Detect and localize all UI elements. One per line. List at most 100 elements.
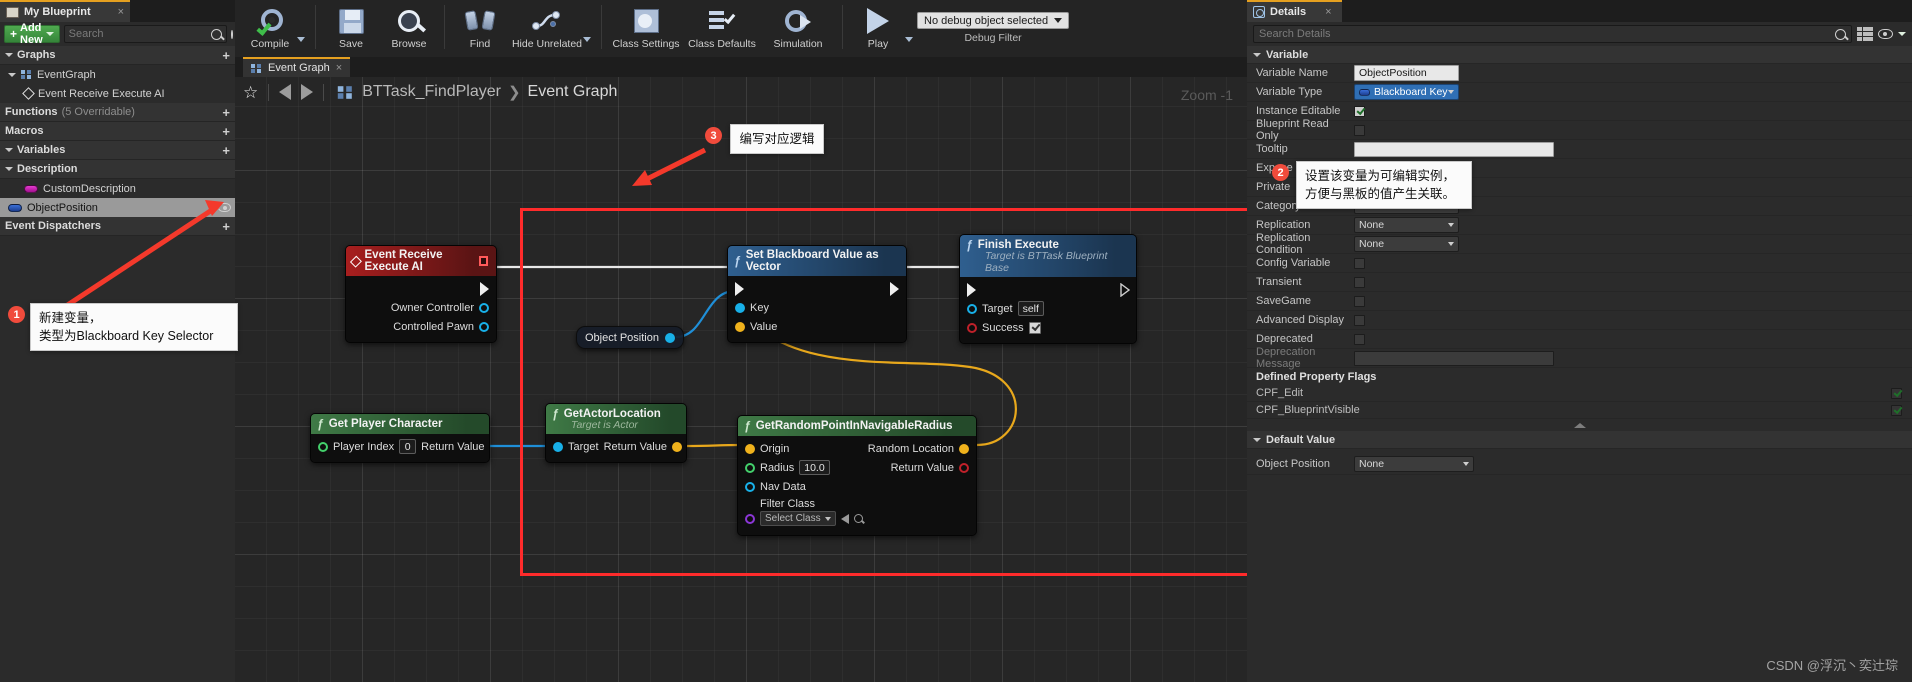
back-arrow-icon[interactable] bbox=[279, 84, 292, 100]
pin-random-location[interactable]: Random Location bbox=[868, 443, 969, 455]
pin-row-radius[interactable]: Radius 10.0 Return Value bbox=[738, 458, 976, 477]
pin-exec-out[interactable] bbox=[346, 279, 496, 298]
add-event-dispatcher-icon[interactable]: + bbox=[222, 219, 230, 234]
pin-value[interactable]: Value bbox=[728, 317, 906, 336]
play-button[interactable]: Play bbox=[849, 0, 907, 50]
pin-success[interactable]: Success bbox=[960, 318, 1136, 337]
pin-row[interactable]: Player Index 0 Return Value bbox=[311, 437, 489, 456]
find-button[interactable]: Find bbox=[451, 0, 509, 50]
pin-nav-data[interactable]: Nav Data bbox=[738, 477, 976, 496]
add-variable-icon[interactable]: + bbox=[222, 143, 230, 158]
node-finish-execute[interactable]: ƒ Finish Execute Target is BTTask Bluepr… bbox=[959, 234, 1137, 344]
node-get-player-character[interactable]: ƒ Get Player Character Player Index 0 Re… bbox=[310, 413, 490, 463]
pin-row[interactable]: Target Return Value bbox=[546, 437, 686, 456]
expander-icon[interactable] bbox=[5, 53, 13, 57]
category-default-value[interactable]: Default Value bbox=[1247, 431, 1912, 449]
hide-unrelated-button[interactable]: Hide Unrelated bbox=[509, 0, 585, 50]
section-event-dispatchers[interactable]: Event Dispatchers + bbox=[0, 217, 235, 236]
target-value-field[interactable]: self bbox=[1017, 301, 1044, 316]
dropdown[interactable]: None bbox=[1354, 236, 1459, 252]
player-index-field[interactable]: 0 bbox=[399, 439, 417, 454]
tab-my-blueprint[interactable]: My Blueprint × bbox=[0, 0, 130, 22]
object-position-dropdown[interactable]: None bbox=[1354, 455, 1474, 472]
pin-return-value[interactable]: Return Value bbox=[604, 441, 682, 453]
checkbox[interactable] bbox=[1354, 276, 1365, 288]
compile-options-chevron-icon[interactable] bbox=[297, 37, 305, 42]
pin-return-value[interactable]: Return Value bbox=[421, 441, 489, 453]
success-checkbox[interactable] bbox=[1028, 321, 1041, 334]
expander-icon[interactable] bbox=[8, 72, 16, 77]
checkbox[interactable] bbox=[1354, 105, 1365, 117]
filter-grid-icon[interactable] bbox=[1857, 27, 1873, 41]
graph-canvas[interactable]: ☆ BTTask_FindPlayer ❯ Event Graph Zoom -… bbox=[235, 77, 1247, 682]
pin-target[interactable]: Target bbox=[553, 441, 599, 453]
blueprint-search-input[interactable] bbox=[68, 28, 211, 40]
add-function-icon[interactable]: + bbox=[222, 105, 230, 120]
eye-icon[interactable] bbox=[230, 29, 240, 39]
details-search-box[interactable] bbox=[1253, 25, 1852, 43]
select-class-dropdown[interactable]: Select Class bbox=[760, 511, 836, 526]
pin-player-index[interactable]: Player Index 0 bbox=[318, 439, 417, 454]
add-graph-icon[interactable]: + bbox=[222, 48, 230, 63]
variable-visibility-eye-icon[interactable] bbox=[218, 203, 231, 212]
pin-target[interactable]: Target self bbox=[960, 299, 1136, 318]
close-icon[interactable]: × bbox=[118, 6, 124, 18]
node-event-receive-execute-ai[interactable]: Event Receive Execute AI Owner Controlle… bbox=[345, 245, 497, 343]
checkbox[interactable] bbox=[1354, 124, 1365, 136]
pin-controlled-pawn[interactable]: Controlled Pawn bbox=[346, 317, 496, 336]
category-variable[interactable]: Variable bbox=[1247, 46, 1912, 64]
use-selected-asset-icon[interactable] bbox=[840, 513, 849, 524]
radius-field[interactable]: 10.0 bbox=[799, 460, 830, 475]
close-icon[interactable]: × bbox=[1325, 6, 1331, 18]
bookmark-star-icon[interactable]: ☆ bbox=[243, 84, 258, 101]
details-search-input[interactable] bbox=[1259, 28, 1835, 40]
tree-item-eventgraph[interactable]: EventGraph bbox=[0, 65, 235, 84]
compile-button[interactable]: Compile bbox=[241, 0, 299, 50]
chevron-down-icon[interactable] bbox=[1898, 32, 1906, 36]
expander-icon[interactable] bbox=[5, 148, 13, 152]
node-get-actor-location[interactable]: ƒ GetActorLocation Target is Actor Targe… bbox=[545, 403, 687, 463]
browse-button[interactable]: Browse bbox=[380, 0, 438, 50]
pin-radius[interactable]: Radius 10.0 bbox=[745, 460, 830, 475]
save-button[interactable]: Save bbox=[322, 0, 380, 50]
variable-custom-description[interactable]: CustomDescription bbox=[0, 179, 235, 198]
panel-collapse-handle[interactable] bbox=[1247, 419, 1912, 431]
hide-unrelated-chevron-icon[interactable] bbox=[583, 37, 591, 42]
pin-exec[interactable] bbox=[960, 280, 1136, 299]
forward-arrow-icon[interactable] bbox=[301, 84, 314, 100]
tab-event-graph[interactable]: Event Graph × bbox=[243, 57, 351, 77]
eye-icon[interactable] bbox=[1878, 29, 1893, 39]
section-variables[interactable]: Variables + bbox=[0, 141, 235, 160]
variable-type-dropdown[interactable]: Blackboard Key bbox=[1354, 84, 1459, 100]
tab-details[interactable]: Details × bbox=[1247, 0, 1342, 22]
node-get-random-point-in-navigable-radius[interactable]: ƒ GetRandomPointInNavigableRadius Origin… bbox=[737, 415, 977, 536]
pin-owner-controller[interactable]: Owner Controller bbox=[346, 298, 496, 317]
checkbox[interactable] bbox=[1354, 333, 1365, 345]
dropdown[interactable]: None bbox=[1354, 217, 1459, 233]
expander-icon[interactable] bbox=[5, 167, 13, 171]
class-defaults-button[interactable]: Class Defaults bbox=[684, 0, 760, 50]
pin-row-origin[interactable]: Origin Random Location bbox=[738, 439, 976, 458]
class-settings-button[interactable]: Class Settings bbox=[608, 0, 684, 50]
breadcrumb-root[interactable]: BTTask_FindPlayer bbox=[362, 83, 501, 101]
close-icon[interactable]: × bbox=[336, 62, 342, 74]
breadcrumb-leaf[interactable]: Event Graph bbox=[528, 83, 618, 101]
node-object-position-getter[interactable]: Object Position bbox=[576, 326, 684, 349]
expander-icon[interactable] bbox=[1253, 52, 1261, 57]
chevron-down-icon[interactable] bbox=[45, 32, 54, 36]
simulation-button[interactable]: Simulation bbox=[760, 0, 836, 50]
browse-asset-icon[interactable] bbox=[853, 514, 863, 523]
variable-object-position[interactable]: ObjectPosition bbox=[0, 198, 235, 217]
pin-origin[interactable]: Origin bbox=[745, 443, 789, 455]
section-functions[interactable]: Functions (5 Overridable) + bbox=[0, 103, 235, 122]
checkbox[interactable] bbox=[1354, 314, 1365, 326]
pin-filter-class[interactable]: Filter Class bbox=[738, 496, 976, 511]
section-graphs[interactable]: Graphs + bbox=[0, 46, 235, 65]
section-macros[interactable]: Macros + bbox=[0, 122, 235, 141]
pin-exec[interactable] bbox=[728, 279, 906, 298]
debug-object-dropdown[interactable]: No debug object selected bbox=[917, 12, 1070, 29]
pin-key[interactable]: Key bbox=[728, 298, 906, 317]
checkbox[interactable] bbox=[1354, 295, 1365, 307]
add-macro-icon[interactable]: + bbox=[222, 124, 230, 139]
pin-return-value[interactable]: Return Value bbox=[891, 462, 969, 474]
